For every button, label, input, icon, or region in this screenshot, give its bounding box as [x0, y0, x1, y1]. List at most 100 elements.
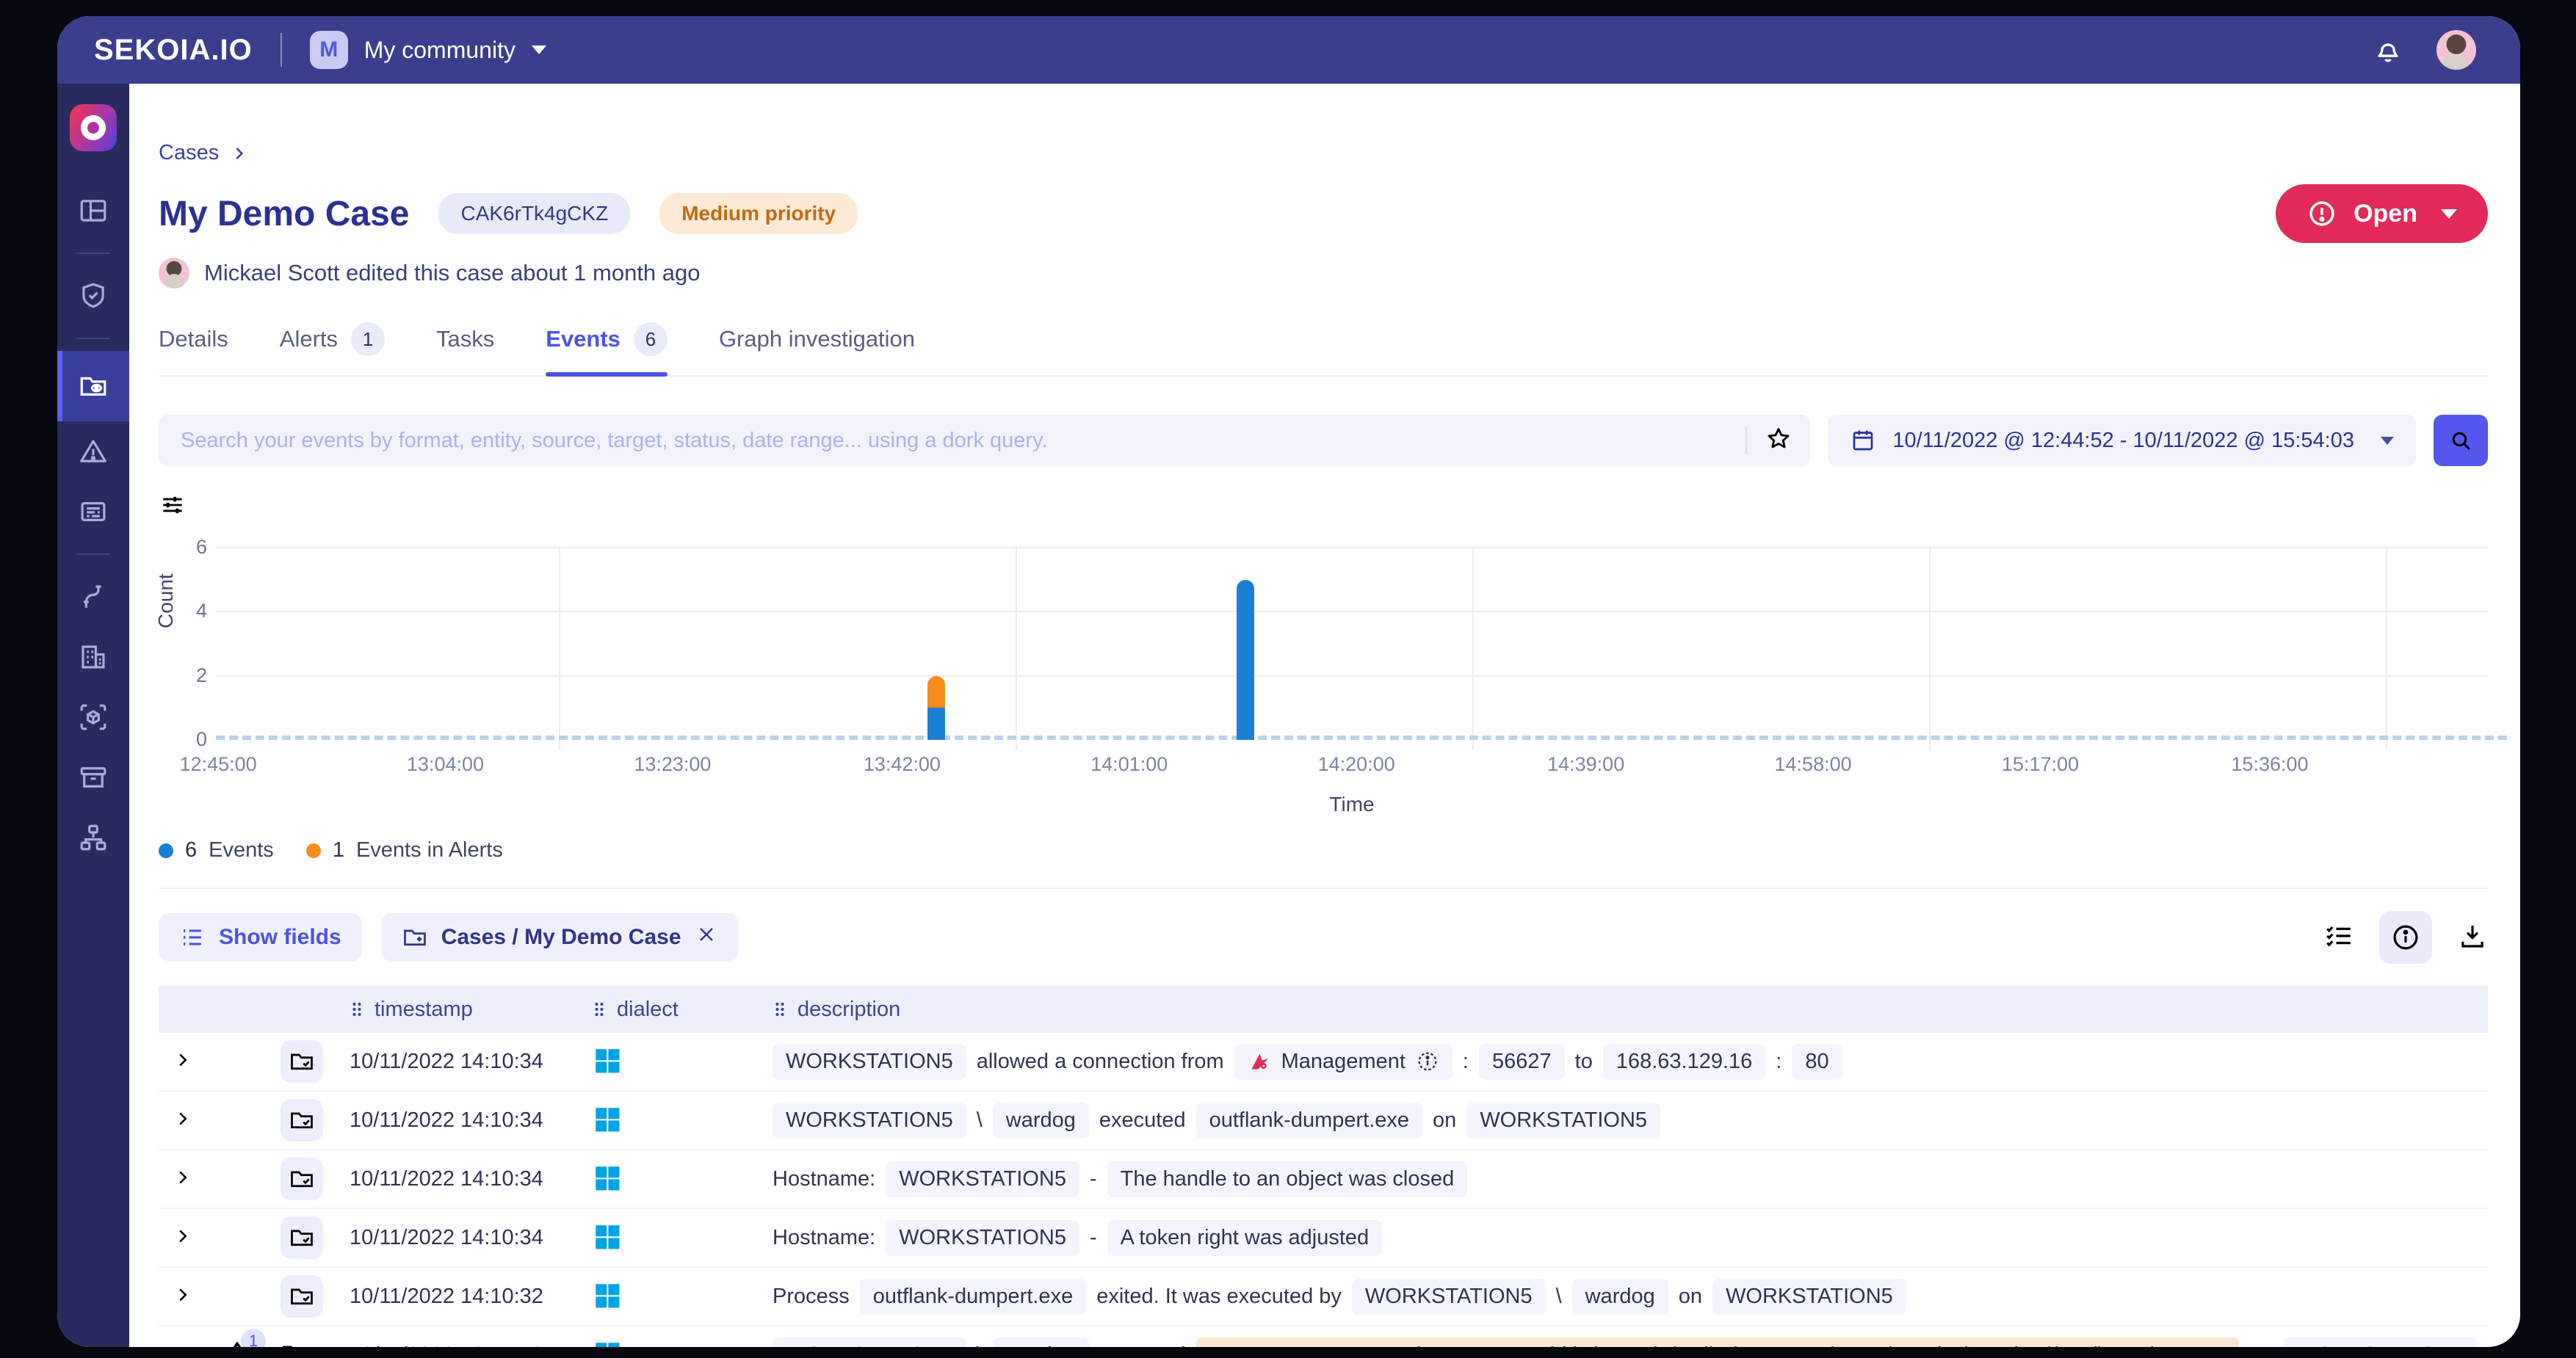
case-folder-button[interactable] — [281, 1099, 323, 1141]
value-chip[interactable]: A token right was adjusted — [1107, 1220, 1383, 1256]
column-header-dialect[interactable]: dialect — [592, 998, 773, 1022]
value-chip[interactable]: WORKSTATION5 — [1352, 1279, 1546, 1315]
status-open-button[interactable]: Open — [2276, 184, 2488, 243]
value-chip[interactable]: 56627 — [1479, 1044, 1565, 1080]
value-chip[interactable]: WORKSTATION5 — [1466, 1103, 1660, 1139]
add-to-case-button[interactable] — [281, 1340, 307, 1348]
highlighted-command-chip[interactable]: psexec.exe -accepteula -s reg save hklm\… — [1196, 1337, 2240, 1348]
sidebar-divider — [76, 553, 110, 555]
table-row[interactable]: 10/11/2022 14:10:34Hostname:WORKSTATION5… — [159, 1150, 2488, 1209]
case-folder-button[interactable] — [281, 1275, 323, 1318]
download-icon[interactable] — [2457, 921, 2488, 955]
tab-tasks[interactable]: Tasks — [436, 322, 494, 375]
sidebar-item-entities[interactable] — [57, 627, 129, 687]
sidebar-item-archive[interactable] — [57, 747, 129, 807]
table-row[interactable]: 110/11/2022 13:44:52WORKSTATION5\wardoge… — [159, 1326, 2488, 1347]
sidebar-item-hierarchy[interactable] — [57, 807, 129, 868]
histogram-bar[interactable] — [927, 676, 945, 740]
search-input[interactable] — [181, 429, 1728, 453]
value-chip[interactable]: WORKSTATION5 — [1712, 1279, 1906, 1315]
table-row[interactable]: 10/11/2022 14:10:34WORKSTATION5\wardogex… — [159, 1092, 2488, 1150]
dialect-cell — [592, 1221, 773, 1255]
y-gridline — [216, 547, 2488, 548]
bar-segment-alerts — [927, 676, 945, 708]
entity-chip[interactable]: Management — [1234, 1044, 1452, 1080]
chevron-right-icon — [172, 1166, 194, 1188]
column-header-timestamp[interactable]: timestamp — [350, 998, 592, 1022]
sidebar-item-cases[interactable] — [57, 351, 129, 421]
value-chip[interactable]: WORKSTATION5 — [886, 1220, 1079, 1256]
select-columns-icon[interactable] — [2323, 921, 2354, 955]
sidebar-item-alerts[interactable] — [57, 421, 129, 482]
remove-filter-icon[interactable] — [695, 923, 718, 952]
value-chip[interactable]: wardog — [1572, 1279, 1668, 1315]
community-avatar[interactable]: M — [310, 31, 348, 69]
tab-count-badge: 1 — [351, 322, 385, 356]
sidebar-item-dashboards[interactable] — [57, 181, 129, 241]
x-tick-label: 15:36:00 — [2231, 753, 2308, 776]
tab-details[interactable]: Details — [159, 322, 228, 375]
value-chip[interactable]: 168.63.129.16 — [1603, 1044, 1765, 1080]
tab-graph-investigation[interactable]: Graph investigation — [719, 322, 915, 375]
value-chip[interactable]: wardog — [993, 1337, 1089, 1348]
row-icons — [213, 1275, 350, 1318]
byline-text: Mickael Scott edited this case about 1 m… — [204, 260, 701, 286]
timestamp-cell: 10/11/2022 14:10:34 — [350, 1050, 592, 1074]
community-name[interactable]: My community — [364, 37, 515, 64]
notifications-bell-icon[interactable] — [2372, 32, 2404, 68]
case-folder-button[interactable] — [281, 1158, 323, 1200]
breadcrumb-cases[interactable]: Cases — [159, 141, 219, 165]
row-icons — [213, 1216, 350, 1259]
community-caret-icon[interactable] — [532, 46, 546, 54]
dialect-cell — [592, 1279, 773, 1314]
sidebar-item-intakes[interactable] — [57, 567, 129, 627]
sidebar-item-sandbox[interactable] — [57, 687, 129, 747]
value-chip[interactable]: 80 — [1792, 1044, 1842, 1080]
expand-chevron[interactable] — [159, 1108, 213, 1133]
column-header-label: description — [797, 998, 900, 1022]
chart-settings-icon[interactable] — [159, 491, 2488, 523]
dialect-cell — [592, 1045, 773, 1079]
search-button[interactable] — [2434, 415, 2488, 466]
table-row[interactable]: 10/11/2022 14:10:34Hostname:WORKSTATION5… — [159, 1209, 2488, 1268]
show-fields-button[interactable]: Show fields — [159, 913, 362, 962]
sidebar-item-protect[interactable] — [57, 266, 129, 326]
legend-dot — [306, 843, 321, 858]
breadcrumb[interactable]: Cases — [159, 141, 2488, 165]
tab-alerts[interactable]: Alerts1 — [280, 322, 385, 375]
user-avatar[interactable] — [2436, 30, 2476, 70]
value-chip[interactable]: WORKSTATION5 — [886, 1161, 1079, 1197]
value-chip[interactable]: wardog — [993, 1103, 1089, 1139]
column-header-description[interactable]: description — [773, 998, 2488, 1022]
zero-baseline — [216, 736, 2507, 740]
expand-chevron[interactable] — [159, 1049, 213, 1075]
favorite-star-icon[interactable] — [1765, 425, 1792, 457]
expand-chevron[interactable] — [159, 1343, 213, 1348]
value-chip[interactable]: outflank-dumpert.exe — [860, 1279, 1086, 1315]
value-chip[interactable]: The handle to an object was closed — [1107, 1161, 1468, 1197]
case-folder-button[interactable] — [281, 1216, 323, 1259]
folder-plus-icon — [402, 924, 428, 951]
value-chip[interactable]: WORKSTATION5 — [773, 1044, 966, 1080]
value-chip[interactable]: WORKSTATION5 — [2283, 1337, 2477, 1348]
expand-chevron[interactable] — [159, 1225, 213, 1251]
expand-chevron[interactable] — [159, 1284, 213, 1310]
value-chip[interactable]: WORKSTATION5 — [773, 1337, 966, 1348]
sidebar-item-events[interactable] — [57, 482, 129, 542]
row-icons — [213, 1158, 350, 1200]
table-row[interactable]: 10/11/2022 14:10:34WORKSTATION5allowed a… — [159, 1033, 2488, 1092]
value-chip[interactable]: WORKSTATION5 — [773, 1103, 966, 1139]
case-folder-button[interactable] — [281, 1040, 323, 1083]
info-toggle-button[interactable] — [2379, 911, 2432, 964]
topbar-divider — [281, 33, 282, 67]
date-range-picker[interactable]: 10/11/2022 @ 12:44:52 - 10/11/2022 @ 15:… — [1828, 415, 2416, 466]
tab-label: Details — [159, 326, 228, 352]
tab-events[interactable]: Events6 — [546, 322, 667, 375]
histogram-bar[interactable] — [1237, 580, 1254, 740]
case-filter-chip[interactable]: Cases / My Demo Case — [381, 913, 739, 962]
expand-chevron[interactable] — [159, 1166, 213, 1192]
sekoia-logo[interactable] — [70, 104, 117, 151]
table-row[interactable]: 10/11/2022 14:10:32Processoutflank-dumpe… — [159, 1268, 2488, 1326]
value-chip[interactable]: outflank-dumpert.exe — [1196, 1103, 1422, 1139]
table-body: 10/11/2022 14:10:34WORKSTATION5allowed a… — [159, 1033, 2488, 1347]
